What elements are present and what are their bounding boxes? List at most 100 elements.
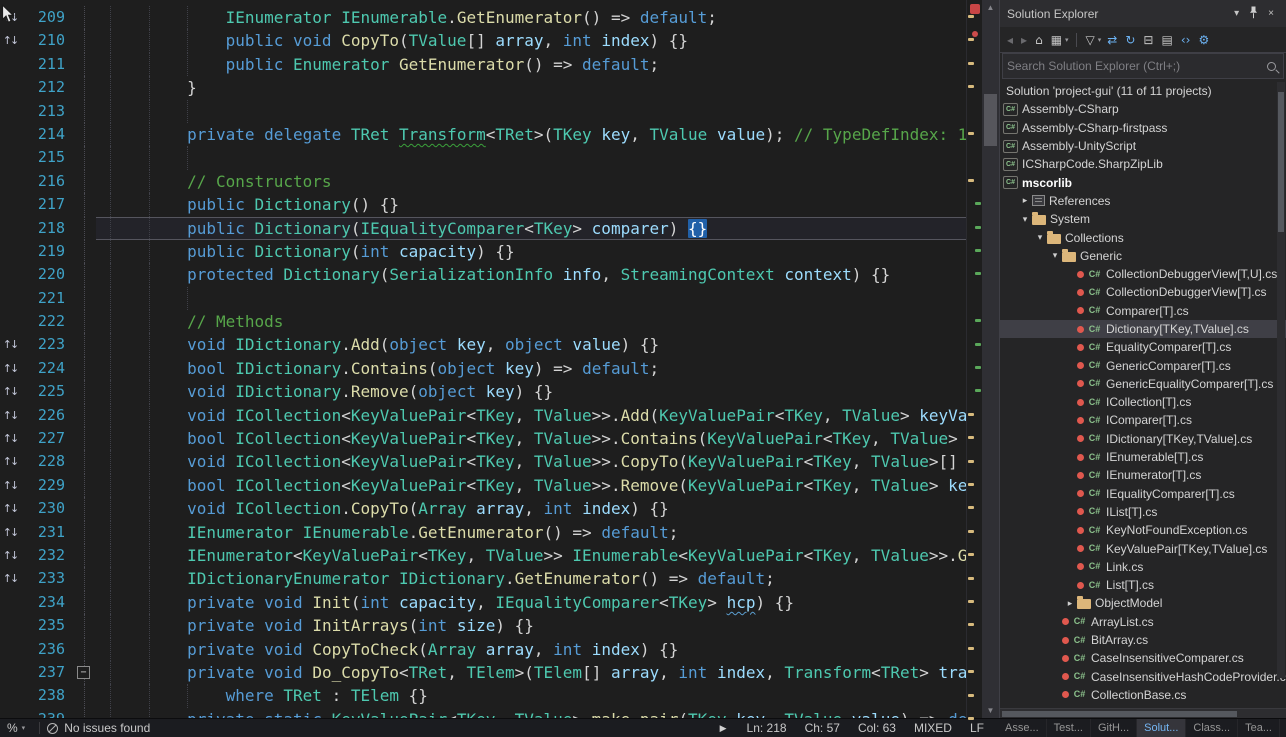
code-line[interactable]: ↑↓230void ICollection.CopyTo(Array array…	[0, 497, 966, 520]
implements-indicator-icon[interactable]: ↑↓	[0, 521, 20, 544]
expand-arrow-icon[interactable]: ▸	[1018, 195, 1032, 206]
implements-indicator-icon[interactable]: ↑↓	[0, 567, 20, 590]
tree-item-bitarray-cs[interactable]: C#BitArray.cs	[1000, 631, 1286, 649]
implements-indicator-icon[interactable]: ↑↓	[0, 357, 20, 380]
tree-item-assembly-unityscript[interactable]: C#Assembly-UnityScript	[1000, 137, 1286, 155]
encoding-indicator[interactable]: MIXED	[914, 721, 952, 735]
code-line[interactable]: ↑↓226void ICollection<KeyValuePair<TKey,…	[0, 404, 966, 427]
code-line[interactable]: 221	[0, 287, 966, 310]
tree-item-generic[interactable]: ▾Generic	[1000, 247, 1286, 265]
code-line[interactable]: ↑↓223void IDictionary.Add(object key, ob…	[0, 333, 966, 356]
scrollbar-thumb[interactable]	[1002, 711, 1237, 717]
tree-item-ilist-t-cs[interactable]: C#IList[T].cs	[1000, 503, 1286, 521]
show-all-files-icon[interactable]: ▤	[1158, 32, 1175, 48]
code-line[interactable]: 239private static KeyValuePair<TKey, TVa…	[0, 708, 966, 718]
implements-indicator-icon[interactable]: ↑↓	[0, 544, 20, 567]
switch-views-icon[interactable]: ▦	[1048, 32, 1065, 48]
tree-item-objectmodel[interactable]: ▸ObjectModel	[1000, 594, 1286, 612]
tool-window-tab-asse[interactable]: Asse...	[998, 719, 1047, 737]
properties-icon[interactable]: ⚙	[1195, 32, 1212, 48]
tool-window-tab-test[interactable]: Test...	[1047, 719, 1091, 737]
implements-indicator-icon[interactable]: ↑↓	[0, 427, 20, 450]
code-line[interactable]: 211public Enumerator GetEnumerator() => …	[0, 53, 966, 76]
tree-item-dictionary-tkey-tvalue-cs[interactable]: C#Dictionary[TKey,TValue].cs	[1000, 320, 1286, 338]
code-area[interactable]: ↑↓209IEnumerator IEnumerable.GetEnumerat…	[0, 0, 966, 718]
code-line[interactable]: 237−private void Do_CopyTo<TRet, TElem>(…	[0, 661, 966, 684]
code-line[interactable]: ↑↓209IEnumerator IEnumerable.GetEnumerat…	[0, 6, 966, 29]
code-line[interactable]: 220protected Dictionary(SerializationInf…	[0, 263, 966, 286]
code-line[interactable]: 216// Constructors	[0, 170, 966, 193]
scrollbar-thumb[interactable]	[1278, 92, 1284, 232]
tree-item-icollection-t-cs[interactable]: C#ICollection[T].cs	[1000, 393, 1286, 411]
implements-indicator-icon[interactable]: ↑↓	[0, 404, 20, 427]
tree-item-keyvaluepair-tkey-tvalue-cs[interactable]: C#KeyValuePair[TKey,TValue].cs	[1000, 539, 1286, 557]
tree-horizontal-scrollbar[interactable]	[1000, 708, 1286, 718]
chevron-down-icon[interactable]: ▾	[1229, 8, 1244, 19]
code-line[interactable]: 234private void Init(int capacity, IEqua…	[0, 591, 966, 614]
tree-item-ienumerator-t-cs[interactable]: C#IEnumerator[T].cs	[1000, 466, 1286, 484]
tree-item-ienumerable-t-cs[interactable]: C#IEnumerable[T].cs	[1000, 448, 1286, 466]
tree-item-idictionary-tkey-tvalue-cs[interactable]: C#IDictionary[TKey,TValue].cs	[1000, 430, 1286, 448]
collapse-arrow-icon[interactable]: ▾	[1048, 250, 1062, 261]
code-line[interactable]: ↑↓227bool ICollection<KeyValuePair<TKey,…	[0, 427, 966, 450]
tree-item-genericequalitycomparer-t-cs[interactable]: C#GenericEqualityComparer[T].cs	[1000, 375, 1286, 393]
collapse-arrow-icon[interactable]: ▾	[1033, 232, 1047, 243]
collapse-all-icon[interactable]: ⊟	[1140, 32, 1156, 48]
tree-item-references[interactable]: ▸References	[1000, 192, 1286, 210]
implements-indicator-icon[interactable]: ↑↓	[0, 497, 20, 520]
implements-indicator-icon[interactable]: ↑↓	[0, 29, 20, 52]
tree-item-system[interactable]: ▾System	[1000, 210, 1286, 228]
refresh-icon[interactable]: ↻	[1122, 32, 1138, 48]
tree-item-link-cs[interactable]: C#Link.cs	[1000, 558, 1286, 576]
code-line[interactable]: ↑↓229bool ICollection<KeyValuePair<TKey,…	[0, 474, 966, 497]
code-line[interactable]: ↑↓210public void CopyTo(TValue[] array, …	[0, 29, 966, 52]
code-line[interactable]: ↑↓228void ICollection<KeyValuePair<TKey,…	[0, 450, 966, 473]
tree-item-keynotfoundexception-cs[interactable]: C#KeyNotFoundException.cs	[1000, 521, 1286, 539]
tree-item-collections[interactable]: ▾Collections	[1000, 228, 1286, 246]
tree-item-mscorlib[interactable]: C#mscorlib	[1000, 173, 1286, 191]
scroll-up-icon[interactable]: ▲	[982, 1, 999, 14]
code-line[interactable]: 214private delegate TRet Transform<TRet>…	[0, 123, 966, 146]
code-line[interactable]: 238where TRet : TElem {}	[0, 684, 966, 707]
line-ending-indicator[interactable]: LF	[970, 721, 984, 735]
tree-item-collectiondebuggerview-t-u-cs[interactable]: C#CollectionDebuggerView[T,U].cs	[1000, 265, 1286, 283]
implements-indicator-icon[interactable]: ↑↓	[0, 380, 20, 403]
code-line[interactable]: 222// Methods	[0, 310, 966, 333]
back-icon[interactable]: ◂	[1004, 32, 1016, 48]
scroll-down-icon[interactable]: ▼	[982, 704, 999, 717]
expand-arrow-icon[interactable]: ▸	[1063, 598, 1077, 609]
close-icon[interactable]: ×	[1263, 8, 1279, 19]
view-code-icon[interactable]: ‹›	[1178, 32, 1194, 48]
line-indicator[interactable]: Ln: 218	[747, 721, 787, 735]
tree-item-comparer-t-cs[interactable]: C#Comparer[T].cs	[1000, 302, 1286, 320]
search-input[interactable]	[1007, 59, 1267, 73]
character-indicator[interactable]: Ch: 57	[805, 721, 840, 735]
column-indicator[interactable]: Col: 63	[858, 721, 896, 735]
tree-item-icomparer-t-cs[interactable]: C#IComparer[T].cs	[1000, 411, 1286, 429]
zoom-control[interactable]: % ▾	[0, 721, 32, 735]
implements-indicator-icon[interactable]: ↑↓	[0, 450, 20, 473]
code-line[interactable]: ↑↓231IEnumerator IEnumerable.GetEnumerat…	[0, 521, 966, 544]
code-line[interactable]: 236private void CopyToCheck(Array array,…	[0, 638, 966, 661]
pin-icon[interactable]	[1244, 6, 1263, 22]
code-line[interactable]: 213	[0, 100, 966, 123]
tree-item-collectiondebuggerview-t-cs[interactable]: C#CollectionDebuggerView[T].cs	[1000, 283, 1286, 301]
code-line[interactable]: ↑↓233IDictionaryEnumerator IDictionary.G…	[0, 567, 966, 590]
tree-item-collectionbase-cs[interactable]: C#CollectionBase.cs	[1000, 686, 1286, 704]
tool-window-tab-class[interactable]: Class...	[1186, 719, 1238, 737]
tree-item-icsharpcode-sharpziplib[interactable]: C#ICSharpCode.SharpZipLib	[1000, 155, 1286, 173]
home-icon[interactable]: ⌂	[1032, 32, 1046, 48]
tree-item-assembly-csharp[interactable]: C#Assembly-CSharp	[1000, 100, 1286, 118]
code-line[interactable]: 219public Dictionary(int capacity) {}	[0, 240, 966, 263]
code-line[interactable]: ↑↓225void IDictionary.Remove(object key)…	[0, 380, 966, 403]
editor-vertical-scrollbar[interactable]: ▲ ▼	[982, 0, 999, 718]
issues-indicator[interactable]: No issues found	[47, 721, 150, 735]
scrollbar-thumb[interactable]	[984, 94, 997, 146]
code-line[interactable]: 218public Dictionary(IEqualityComparer<T…	[0, 217, 966, 240]
tree-item-equalitycomparer-t-cs[interactable]: C#EqualityComparer[T].cs	[1000, 338, 1286, 356]
tree-item-genericcomparer-t-cs[interactable]: C#GenericComparer[T].cs	[1000, 356, 1286, 374]
tree-item-caseinsensitivecomparer-cs[interactable]: C#CaseInsensitiveComparer.cs	[1000, 649, 1286, 667]
tool-window-tab-tea[interactable]: Tea...	[1238, 719, 1280, 737]
forward-icon[interactable]: ▸	[1018, 32, 1030, 48]
collapse-arrow-icon[interactable]: ▾	[1018, 214, 1032, 225]
